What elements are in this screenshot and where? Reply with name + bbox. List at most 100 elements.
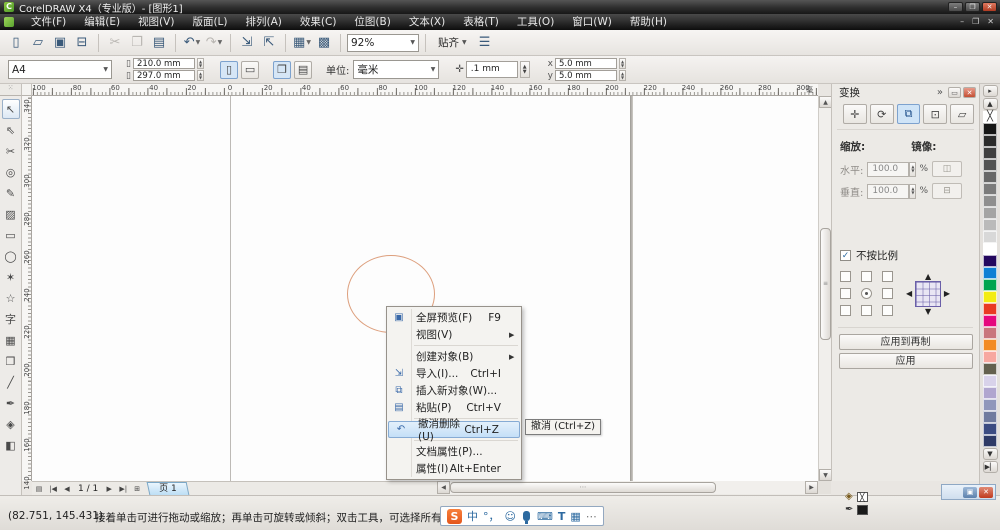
duplicate-y-input[interactable]: 5.0 mm <box>555 70 617 81</box>
color-swatch-22[interactable] <box>983 375 997 387</box>
menu-item-9[interactable]: 表格(T) <box>454 14 508 30</box>
table-tool[interactable]: ▦ <box>2 330 20 350</box>
non-proportional-checkbox[interactable]: ✓ <box>840 250 851 261</box>
portrait-button[interactable]: ▯ <box>220 61 238 79</box>
transform-scale-mirror-button[interactable]: ⧉ <box>897 104 921 124</box>
menu-item-11[interactable]: 窗口(W) <box>563 14 621 30</box>
color-swatch-10[interactable] <box>983 231 997 243</box>
options-button[interactable]: ☰ <box>475 33 495 53</box>
basic-shapes-tool[interactable]: ☆ <box>2 288 20 308</box>
mirror-vertical-button[interactable]: ⊟ <box>932 183 962 199</box>
sogou-logo[interactable]: S <box>447 509 462 524</box>
copy-button[interactable]: ❐ <box>127 33 147 53</box>
fill-color-indicator[interactable]: ╳ <box>857 492 868 502</box>
color-swatch-16[interactable] <box>983 303 997 315</box>
color-swatch-27[interactable] <box>983 435 997 447</box>
menu-item-6[interactable]: 效果(C) <box>291 14 346 30</box>
page-tab-1[interactable]: 页 1 <box>147 482 189 495</box>
undo-button[interactable]: ↶▼ <box>182 33 202 53</box>
new-document-button[interactable]: ▯ <box>6 33 26 53</box>
color-swatch-3[interactable] <box>983 147 997 159</box>
no-color-swatch[interactable]: ╳ <box>983 111 997 123</box>
landscape-button[interactable]: ▭ <box>241 61 259 79</box>
color-swatch-19[interactable] <box>983 339 997 351</box>
eyedropper-tool[interactable]: ╱ <box>2 372 20 392</box>
color-swatch-17[interactable] <box>983 315 997 327</box>
context-menu-item-create-object[interactable]: 创建对象(B)▶ <box>387 348 521 365</box>
anchor-point-5[interactable] <box>861 288 872 299</box>
vertical-scroll-thumb[interactable]: ≡ <box>820 228 831 340</box>
minimize-button[interactable]: – <box>948 2 963 12</box>
popup-close-button[interactable]: ✕ <box>979 487 993 498</box>
smart-fill-tool[interactable]: ▨ <box>2 204 20 224</box>
color-swatch-12[interactable] <box>983 255 997 267</box>
menu-item-4[interactable]: 版面(L) <box>183 14 236 30</box>
docker-minimize-button[interactable]: ▭ <box>948 87 961 98</box>
doc-restore-button[interactable]: ❐ <box>972 14 979 30</box>
mirror-horizontal-button[interactable]: ◫ <box>932 161 962 177</box>
fill-tool[interactable]: ◈ <box>2 414 20 434</box>
current-page-button[interactable]: ▤ <box>294 61 312 79</box>
cut-button[interactable]: ✂ <box>105 33 125 53</box>
color-swatch-7[interactable] <box>983 195 997 207</box>
context-menu-item-view[interactable]: 视图(V)▶ <box>387 326 521 343</box>
color-swatch-21[interactable] <box>983 363 997 375</box>
color-swatch-14[interactable] <box>983 279 997 291</box>
restore-button[interactable]: ❐ <box>965 2 980 12</box>
first-page-button[interactable]: |◀ <box>46 483 60 495</box>
horizontal-scrollbar[interactable]: ◀ ⋯ ▶ <box>437 481 818 494</box>
units-combo[interactable]: 毫米 ▼ <box>353 60 439 79</box>
context-menu-item-document-properties[interactable]: 文档属性(P)... <box>387 443 521 460</box>
docker-chevron-icon[interactable]: » <box>937 87 943 98</box>
color-swatch-26[interactable] <box>983 423 997 435</box>
paper-height-spinner[interactable]: ▲▼ <box>197 70 204 81</box>
rectangle-tool[interactable]: ▭ <box>2 225 20 245</box>
ime-toolbox-icon[interactable]: ▦ <box>570 510 580 523</box>
anchor-point-1[interactable] <box>840 271 851 282</box>
chevron-down-icon[interactable]: ▼ <box>196 39 201 46</box>
duplicate-y-spinner[interactable]: ▲▼ <box>619 70 626 81</box>
apply-to-duplicate-button[interactable]: 应用到再制 <box>839 334 973 350</box>
color-swatch-20[interactable] <box>983 351 997 363</box>
ime-mode-toggle[interactable]: 中 <box>467 508 478 524</box>
anchor-point-4[interactable] <box>840 288 851 299</box>
menu-item-3[interactable]: 视图(V) <box>129 14 183 30</box>
scale-horizontal-spinner[interactable]: ▲▼ <box>909 162 916 177</box>
menu-item-12[interactable]: 帮助(H) <box>621 14 676 30</box>
scroll-right-button[interactable]: ▶ <box>805 481 818 494</box>
snap-dropdown[interactable]: 贴齐 ▼ <box>432 35 473 50</box>
transform-rotate-button[interactable]: ⟳ <box>870 104 894 124</box>
menu-item-1[interactable]: 文件(F) <box>22 14 75 30</box>
menu-item-5[interactable]: 排列(A) <box>237 14 291 30</box>
duplicate-x-spinner[interactable]: ▲▼ <box>619 58 626 69</box>
color-swatch-13[interactable] <box>983 267 997 279</box>
save-button[interactable]: ▣ <box>50 33 70 53</box>
context-menu-item-insert-new-object[interactable]: ⧉插入新对象(W)... <box>387 382 521 399</box>
anchor-point-6[interactable] <box>882 288 893 299</box>
color-swatch-4[interactable] <box>983 159 997 171</box>
scroll-left-button[interactable]: ◀ <box>437 481 450 494</box>
anchor-point-9[interactable] <box>882 305 893 316</box>
welcome-screen-button[interactable]: ▩ <box>314 33 334 53</box>
nudge-input[interactable]: .1 mm <box>466 61 518 78</box>
color-swatch-5[interactable] <box>983 171 997 183</box>
color-swatch-25[interactable] <box>983 411 997 423</box>
outline-pen-tool[interactable]: ✒ <box>2 393 20 413</box>
context-menu-item-import[interactable]: ⇲导入(I)...Ctrl+I <box>387 365 521 382</box>
scale-vertical-input[interactable]: 100.0 <box>867 184 909 199</box>
pick-tool[interactable]: ↖ <box>2 99 20 119</box>
context-menu-item-paste[interactable]: ▤粘贴(P)Ctrl+V <box>387 399 521 416</box>
paper-width-input[interactable]: 210.0 mm <box>133 58 195 69</box>
paper-preset-combo[interactable]: A4 ▼ <box>8 60 112 79</box>
outline-color-indicator[interactable] <box>857 505 868 515</box>
blend-tool[interactable]: ❒ <box>2 351 20 371</box>
export-button[interactable]: ⇱ <box>259 33 279 53</box>
paper-width-spinner[interactable]: ▲▼ <box>197 58 204 69</box>
docker-close-button[interactable]: ✕ <box>963 87 976 98</box>
ime-skin-icon[interactable]: T <box>558 510 566 523</box>
ime-more-icon[interactable]: ⋯ <box>586 510 597 523</box>
color-swatch-24[interactable] <box>983 399 997 411</box>
context-menu-item-undo-delete[interactable]: ↶撤消删除(U)Ctrl+Z <box>388 421 520 438</box>
color-swatch-1[interactable] <box>983 123 997 135</box>
chevron-down-icon[interactable]: ▼ <box>218 39 223 46</box>
